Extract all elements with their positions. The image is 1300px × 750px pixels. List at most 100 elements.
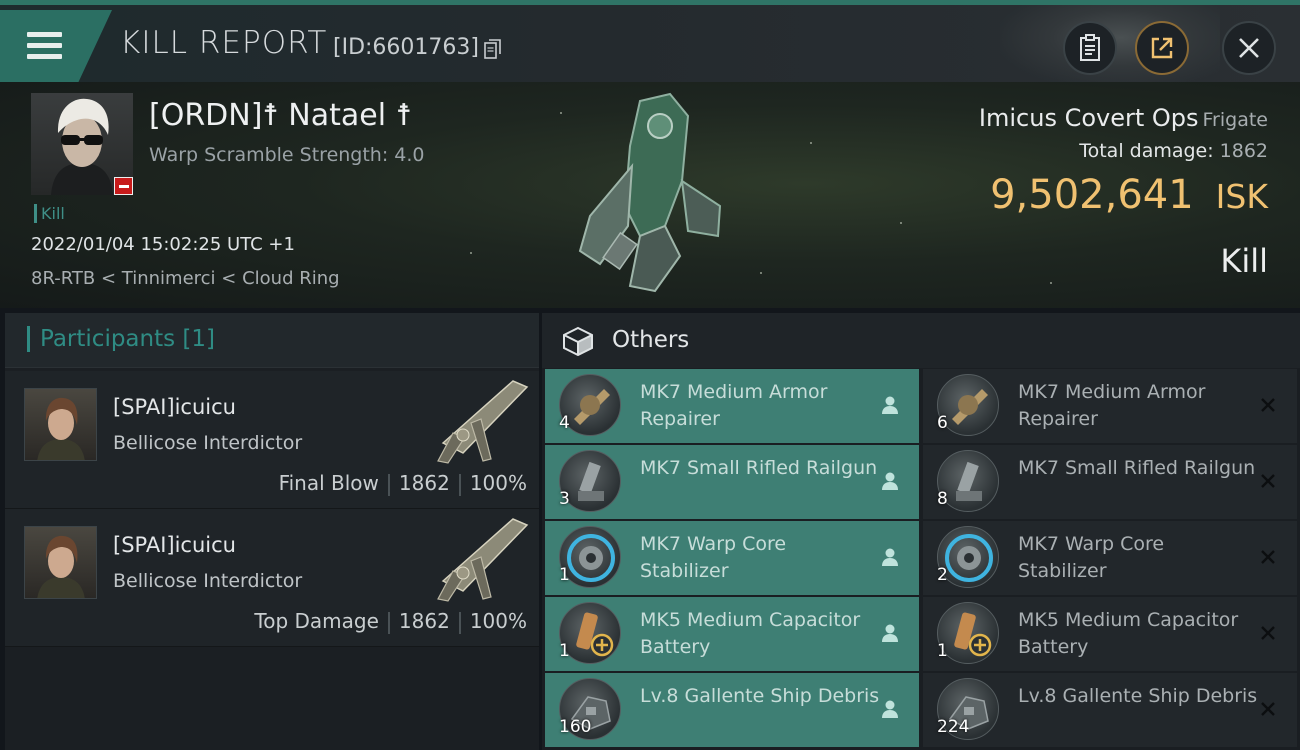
interdictor-ship-icon bbox=[437, 380, 529, 464]
item-quantity: 1 bbox=[559, 565, 570, 585]
participant-row[interactable]: [SPAI]icuicu Bellicose Interdictor Top D… bbox=[5, 509, 539, 647]
destroyed-item[interactable]: 2 MK7 Warp Core Stabilizer bbox=[923, 521, 1297, 595]
ship-class: Frigate bbox=[1202, 109, 1268, 131]
item-name: MK7 Warp Core Stabilizer bbox=[1018, 533, 1165, 582]
participant-role: Top Damage bbox=[254, 609, 379, 633]
person-icon[interactable] bbox=[879, 470, 901, 492]
star bbox=[810, 142, 812, 144]
total-damage: Total damage: 1862 bbox=[1079, 140, 1268, 162]
item-name: MK7 Medium Armor Repairer bbox=[1018, 381, 1206, 430]
participant-avatar[interactable] bbox=[24, 526, 97, 599]
kill-location: 8R-RTB < Tinnimerci < Cloud Ring bbox=[31, 268, 340, 289]
victim-name[interactable]: [ORDN]☨ Natael ☨ bbox=[149, 98, 412, 133]
others-panel: Others 4 MK7 Medium Armor Repairer 3 MK7… bbox=[542, 313, 1300, 750]
item-quantity: 6 bbox=[937, 413, 948, 433]
participant-stats: Final Blow 1862 100% bbox=[279, 471, 527, 496]
menu-icon-bar bbox=[27, 43, 62, 48]
person-icon[interactable] bbox=[879, 394, 901, 416]
item-name: Lv.8 Gallente Ship Debris bbox=[1018, 685, 1258, 707]
item-name: Lv.8 Gallente Ship Debris bbox=[640, 685, 880, 707]
dropped-item[interactable]: 3 MK7 Small Rifled Railgun bbox=[545, 445, 919, 519]
star bbox=[470, 252, 472, 254]
divider bbox=[458, 473, 461, 496]
participant-name: [SPAI]icuicu bbox=[113, 533, 236, 557]
share-icon bbox=[1151, 37, 1173, 59]
item-name: MK7 Small Rifled Railgun bbox=[640, 457, 878, 479]
isk-value: 9,502,641 ISK bbox=[990, 172, 1268, 218]
participant-row[interactable]: [SPAI]icuicu Bellicose Interdictor Final… bbox=[5, 371, 539, 509]
dropped-item[interactable]: 160 Lv.8 Gallente Ship Debris bbox=[545, 673, 919, 747]
clipboard-icon bbox=[1080, 34, 1100, 61]
kill-type: Kill bbox=[1220, 242, 1268, 280]
item-name: MK7 Medium Armor Repairer bbox=[640, 381, 828, 430]
close-icon[interactable] bbox=[1257, 470, 1279, 492]
menu-icon bbox=[27, 32, 62, 37]
item-quantity: 4 bbox=[559, 413, 570, 433]
participant-avatar[interactable] bbox=[24, 388, 97, 461]
item-quantity: 160 bbox=[559, 717, 592, 737]
ship-name-text: Imicus Covert Ops bbox=[978, 104, 1199, 132]
participant-damage: 1862 bbox=[398, 609, 450, 633]
destroyed-item[interactable]: 6 MK7 Medium Armor Repairer bbox=[923, 369, 1297, 443]
portrait-image bbox=[37, 397, 85, 460]
person-icon[interactable] bbox=[879, 698, 901, 720]
others-header: Others bbox=[542, 313, 1300, 368]
victim-ship-image bbox=[578, 92, 722, 293]
close-icon[interactable] bbox=[1257, 394, 1279, 416]
participant-percent: 100% bbox=[469, 609, 527, 633]
destroyed-item[interactable]: 8 MK7 Small Rifled Railgun bbox=[923, 445, 1297, 519]
item-quantity: 3 bbox=[559, 489, 570, 509]
star bbox=[760, 272, 762, 274]
interdictor-ship-icon bbox=[437, 518, 529, 602]
isk-amount: 9,502,641 bbox=[990, 172, 1194, 218]
total-damage-label: Total damage: bbox=[1079, 140, 1214, 162]
participants-panel: Participants [1] [SPAI]icuicu Bellicose … bbox=[5, 313, 539, 750]
dropped-item[interactable]: 1 MK7 Warp Core Stabilizer bbox=[545, 521, 919, 595]
item-name: MK7 Warp Core Stabilizer bbox=[640, 533, 787, 582]
close-icon[interactable] bbox=[1257, 622, 1279, 644]
divider bbox=[387, 611, 390, 634]
menu-button[interactable] bbox=[0, 10, 112, 87]
destroyed-item[interactable]: 224 Lv.8 Gallente Ship Debris bbox=[923, 673, 1297, 747]
page-title: KILL REPORT bbox=[120, 25, 328, 61]
item-name: MK7 Small Rifled Railgun bbox=[1018, 457, 1256, 479]
participant-ship: Bellicose Interdictor bbox=[113, 570, 303, 592]
item-name: MK5 Medium Capacitor Battery bbox=[640, 609, 861, 658]
close-icon[interactable] bbox=[1257, 698, 1279, 720]
person-icon[interactable] bbox=[879, 622, 901, 644]
participants-title: Participants [1] bbox=[27, 326, 215, 352]
kill-datetime: 2022/01/04 15:02:25 UTC +1 bbox=[31, 234, 295, 255]
kill-report-screen: KILL REPORT [ID:6601763] [ORDN]☨ Natael … bbox=[0, 0, 1300, 750]
isk-unit: ISK bbox=[1215, 177, 1268, 216]
participant-role: Final Blow bbox=[278, 471, 379, 495]
report-id: [ID:6601763] bbox=[333, 35, 479, 60]
participant-damage: 1862 bbox=[398, 471, 450, 495]
participant-stats: Top Damage 1862 100% bbox=[254, 609, 527, 634]
person-icon[interactable] bbox=[879, 546, 901, 568]
close-icon bbox=[1239, 38, 1259, 58]
kill-summary: [ORDN]☨ Natael ☨ Warp Scramble Strength:… bbox=[0, 82, 1300, 308]
item-name: MK5 Medium Capacitor Battery bbox=[1018, 609, 1239, 658]
others-title: Others bbox=[612, 327, 690, 353]
item-quantity: 8 bbox=[937, 489, 948, 509]
divider bbox=[458, 611, 461, 634]
cargo-box-icon bbox=[563, 326, 593, 356]
participant-ship: Bellicose Interdictor bbox=[113, 432, 303, 454]
destroyed-item[interactable]: 1 MK5 Medium Capacitor Battery bbox=[923, 597, 1297, 671]
item-quantity: 224 bbox=[937, 717, 970, 737]
menu-icon-bar bbox=[27, 54, 62, 59]
close-button[interactable] bbox=[1222, 21, 1276, 75]
dropped-item[interactable]: 1 MK5 Medium Capacitor Battery bbox=[545, 597, 919, 671]
share-button[interactable] bbox=[1135, 21, 1189, 75]
clipboard-button[interactable] bbox=[1063, 21, 1117, 75]
star bbox=[900, 222, 902, 224]
remove-badge bbox=[114, 177, 133, 195]
close-icon[interactable] bbox=[1257, 546, 1279, 568]
kill-tag: Kill bbox=[34, 204, 65, 223]
header-bar: KILL REPORT [ID:6601763] bbox=[0, 0, 1300, 87]
participant-percent: 100% bbox=[469, 471, 527, 495]
item-quantity: 1 bbox=[559, 641, 570, 661]
dropped-item[interactable]: 4 MK7 Medium Armor Repairer bbox=[545, 369, 919, 443]
copy-icon[interactable] bbox=[484, 39, 502, 59]
portrait-image bbox=[37, 535, 85, 598]
